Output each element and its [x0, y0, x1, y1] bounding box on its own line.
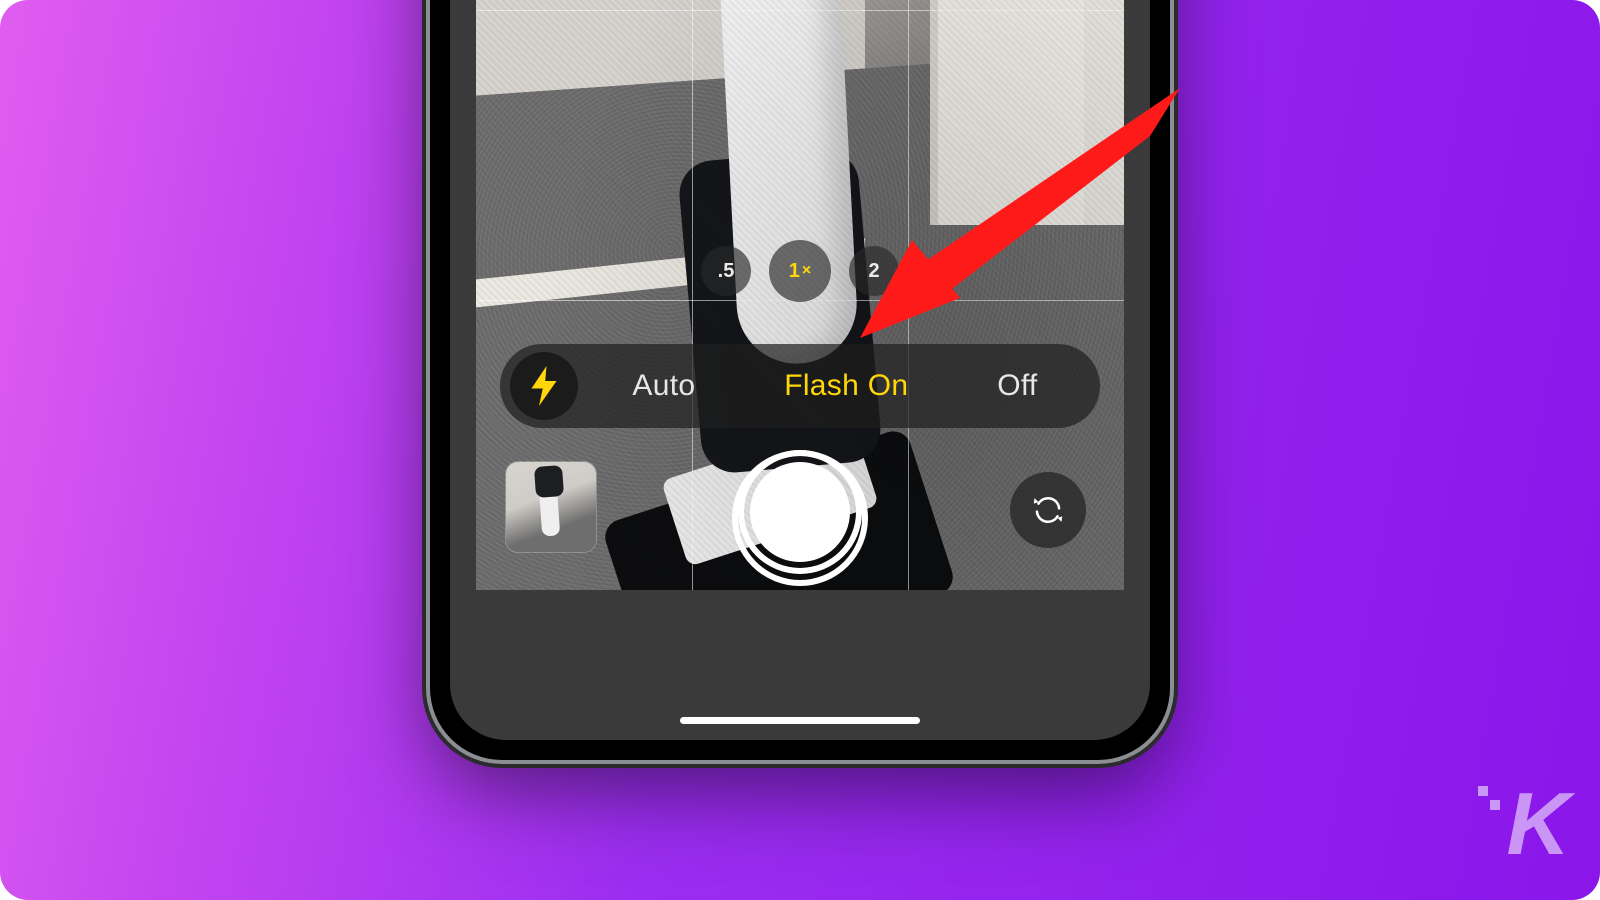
scene-door [930, 0, 1124, 225]
composition-grid-line [692, 0, 693, 590]
watermark-logo: K [1506, 780, 1566, 868]
composition-grid-line [476, 10, 1124, 11]
article-hero-frame: .5 1× 2 Auto [0, 0, 1600, 900]
zoom-option-1x[interactable]: 1× [769, 240, 831, 302]
flash-option-off[interactable]: Off [987, 363, 1047, 409]
flash-option-label: Flash On [784, 369, 908, 402]
watermark-letter: K [1506, 774, 1566, 873]
last-photo-thumbnail[interactable] [506, 462, 596, 552]
zoom-level-selector: .5 1× 2 [701, 240, 899, 302]
flash-option-label: Off [997, 369, 1037, 402]
flash-icon-badge[interactable] [510, 352, 578, 420]
zoom-label: 1 [789, 260, 800, 283]
zoom-suffix: × [802, 262, 811, 280]
zoom-label: .5 [718, 260, 735, 283]
shutter-button[interactable] [738, 450, 862, 574]
flash-mode-strip: Auto Flash On Off [500, 344, 1100, 428]
zoom-option-0_5x[interactable]: .5 [701, 246, 751, 296]
flash-bolt-icon [529, 366, 559, 406]
flash-options-row: Auto Flash On Off [588, 363, 1082, 409]
watermark-dots-icon [1478, 786, 1502, 810]
flash-option-auto[interactable]: Auto [622, 363, 705, 409]
flash-option-on[interactable]: Flash On [774, 363, 918, 409]
zoom-label: 2 [868, 260, 879, 283]
flip-camera-button[interactable] [1010, 472, 1086, 548]
zoom-option-2x[interactable]: 2 [849, 246, 899, 296]
flash-option-label: Auto [632, 369, 695, 402]
home-indicator[interactable] [680, 717, 920, 724]
flip-camera-icon [1029, 491, 1067, 529]
iphone-device-frame: .5 1× 2 Auto [430, 0, 1170, 760]
iphone-screen: .5 1× 2 Auto [450, 0, 1150, 740]
composition-grid-line [908, 0, 909, 590]
